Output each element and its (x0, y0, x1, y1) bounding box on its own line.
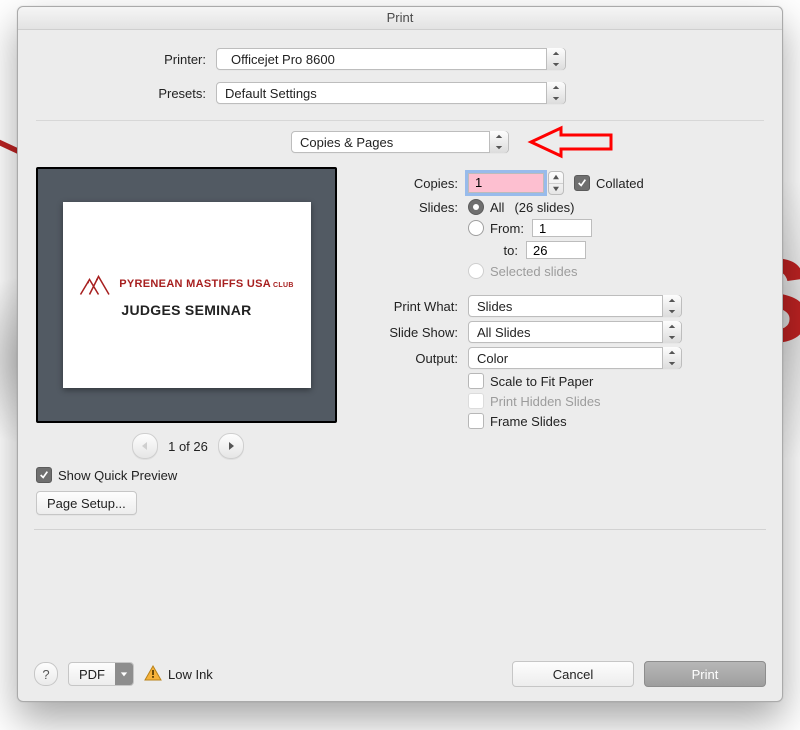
stepper-icon (546, 82, 565, 104)
from-field[interactable] (532, 219, 592, 237)
footer: ? PDF Low Ink Cancel Print (18, 651, 782, 701)
copies-field[interactable] (468, 173, 544, 193)
preview-column: PYRENEAN MASTIFFS USACLUB JUDGES SEMINAR… (36, 167, 340, 515)
hidden-row: Print Hidden Slides (358, 393, 764, 409)
stepper-icon (662, 347, 681, 369)
slide-title-text: JUDGES SEMINAR (121, 302, 251, 318)
slides-selected-label: Selected slides (490, 264, 577, 279)
frame-slides-label: Frame Slides (490, 414, 567, 429)
frame-row: Frame Slides (358, 413, 764, 429)
from-input[interactable] (537, 220, 591, 237)
printer-select[interactable]: Officejet Pro 8600 (216, 48, 566, 70)
presets-select[interactable]: Default Settings (216, 82, 566, 104)
output-select[interactable]: Color (468, 347, 682, 369)
slide-show-value: All Slides (477, 325, 662, 340)
output-row: Output: Color (358, 347, 764, 369)
help-button[interactable]: ? (34, 662, 58, 686)
cancel-button[interactable]: Cancel (512, 661, 634, 687)
page-setup-row: Page Setup... (36, 491, 340, 515)
warning-icon (144, 665, 162, 684)
slides-row: Slides: All (26 slides) (358, 199, 764, 215)
next-page-button[interactable] (218, 433, 244, 459)
scale-row: Scale to Fit Paper (358, 373, 764, 389)
stepper-icon (546, 48, 565, 70)
show-quick-preview-checkbox[interactable] (36, 467, 52, 483)
separator (36, 120, 764, 121)
printer-select-value: Officejet Pro 8600 (231, 52, 546, 67)
dialog-content: Printer: Officejet Pro 8600 Presets: Def… (18, 30, 782, 651)
stepper-icon (662, 295, 681, 317)
low-ink-status: Low Ink (144, 665, 213, 684)
slides-label: Slides: (358, 200, 468, 215)
stepper-down-icon (549, 184, 563, 195)
slides-all-radio[interactable] (468, 199, 484, 215)
slide-logo: PYRENEAN MASTIFFS USACLUB (79, 272, 293, 296)
prev-page-button[interactable] (132, 433, 158, 459)
copies-row: Copies: Collated (358, 171, 764, 195)
output-label: Output: (358, 351, 468, 366)
show-quick-preview-label: Show Quick Preview (58, 468, 177, 483)
pane-select-row: Copies & Pages (36, 131, 764, 153)
pdf-menu-button[interactable]: PDF (68, 662, 134, 686)
dialog-title: Print (18, 7, 782, 30)
slides-all-label: All (490, 200, 504, 215)
printer-label: Printer: (36, 52, 216, 67)
slides-to-row: to: (358, 241, 764, 259)
slides-from-label: From: (490, 221, 524, 236)
output-value: Color (477, 351, 662, 366)
slides-all-note: (26 slides) (514, 200, 574, 215)
annotation-arrow (526, 124, 616, 163)
to-input[interactable] (531, 242, 585, 259)
collated-label: Collated (596, 176, 644, 191)
pane-select-value: Copies & Pages (300, 135, 489, 150)
stepper-up-icon (549, 172, 563, 184)
chevron-down-icon (115, 663, 133, 685)
show-quick-preview-row: Show Quick Preview (36, 467, 340, 483)
print-what-row: Print What: Slides (358, 295, 764, 317)
presets-row: Presets: Default Settings (36, 82, 764, 104)
scale-to-fit-label: Scale to Fit Paper (490, 374, 593, 389)
pane-select[interactable]: Copies & Pages (291, 131, 509, 153)
print-what-label: Print What: (358, 299, 468, 314)
low-ink-label: Low Ink (168, 667, 213, 682)
copies-input[interactable] (473, 174, 543, 191)
pdf-menu-label: PDF (69, 663, 115, 685)
print-dialog: Print Printer: Officejet Pro 8600 Preset… (17, 6, 783, 702)
stepper-icon (489, 131, 508, 153)
printer-row: Printer: Officejet Pro 8600 (36, 48, 764, 70)
presets-select-value: Default Settings (225, 86, 546, 101)
options-column: Copies: Collated (358, 167, 764, 515)
frame-slides-checkbox[interactable] (468, 413, 484, 429)
collated-checkbox[interactable] (574, 175, 590, 191)
presets-label: Presets: (36, 86, 216, 101)
slides-from-row: From: (358, 219, 764, 237)
slide-show-select[interactable]: All Slides (468, 321, 682, 343)
page-indicator: 1 of 26 (168, 439, 208, 454)
slides-to-label: to: (488, 243, 518, 258)
print-hidden-label: Print Hidden Slides (490, 394, 601, 409)
slide-show-label: Slide Show: (358, 325, 468, 340)
page-setup-button[interactable]: Page Setup... (36, 491, 137, 515)
slides-selected-radio (468, 263, 484, 279)
print-hidden-checkbox (468, 393, 484, 409)
copies-stepper[interactable] (548, 171, 564, 195)
slides-selected-row: Selected slides (358, 263, 764, 279)
stepper-icon (662, 321, 681, 343)
print-what-value: Slides (477, 299, 662, 314)
preview-navigator: 1 of 26 (36, 433, 340, 459)
separator (34, 529, 766, 530)
copies-label: Copies: (358, 176, 468, 191)
scale-to-fit-checkbox[interactable] (468, 373, 484, 389)
print-button[interactable]: Print (644, 661, 766, 687)
print-what-select[interactable]: Slides (468, 295, 682, 317)
slide-brand-text: PYRENEAN MASTIFFS USACLUB (119, 278, 293, 290)
background: S Print Printer: Officejet Pro 8600 (0, 0, 800, 730)
preview-slide: PYRENEAN MASTIFFS USACLUB JUDGES SEMINAR (63, 202, 311, 388)
preview-thumbnail[interactable]: PYRENEAN MASTIFFS USACLUB JUDGES SEMINAR (36, 167, 337, 423)
slide-show-row: Slide Show: All Slides (358, 321, 764, 343)
slides-from-radio[interactable] (468, 220, 484, 236)
body: PYRENEAN MASTIFFS USACLUB JUDGES SEMINAR… (36, 167, 764, 515)
to-field[interactable] (526, 241, 586, 259)
